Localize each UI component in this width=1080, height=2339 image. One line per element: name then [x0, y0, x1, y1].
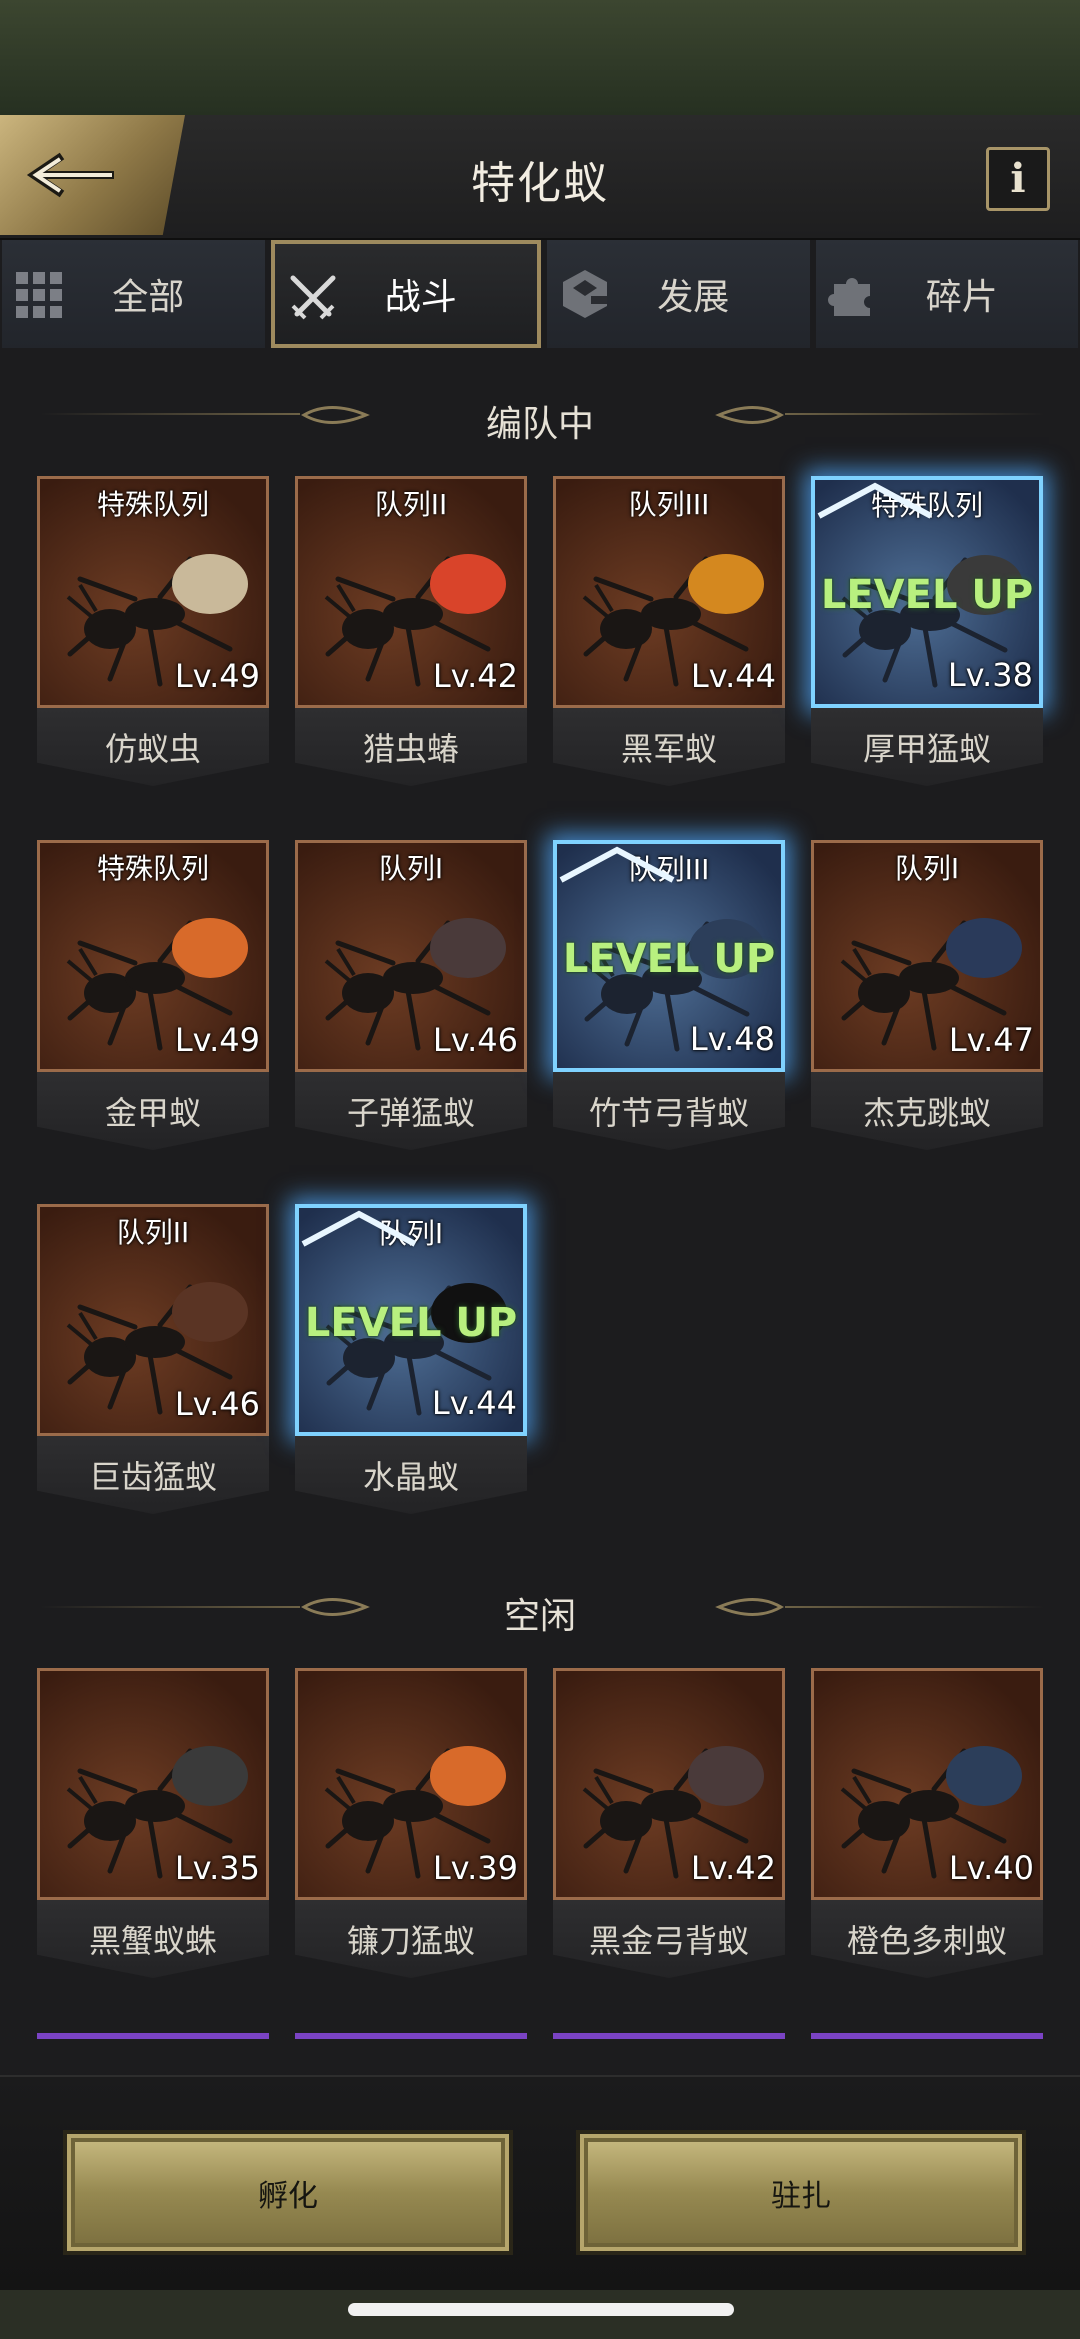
level-label: Lv.48 — [689, 1020, 775, 1058]
ant-card[interactable]: 队列III Lv.44 黑军蚁 — [553, 476, 785, 786]
ant-name: 黑蟹蚁蛛 — [37, 1900, 269, 1978]
tab-develop-label: 发展 — [657, 277, 730, 318]
station-button[interactable]: 驻扎 — [576, 2130, 1026, 2255]
level-up-badge: LEVEL UP — [304, 1300, 518, 1346]
ant-name: 子弹猛蚁 — [295, 1072, 527, 1150]
status-area — [0, 0, 1080, 115]
page-title: 特化蚁 — [471, 158, 609, 209]
ant-name: 杰克跳蚁 — [811, 1072, 1043, 1150]
tab-battle[interactable]: 战斗 — [270, 240, 541, 348]
ant-name: 竹节弓背蚁 — [553, 1072, 785, 1150]
crossed-swords-icon — [290, 275, 335, 320]
ant-portrait: 特殊队列 Lv.49 — [37, 476, 269, 708]
ant-name: 水晶蚁 — [295, 1436, 527, 1514]
leaf-ornament-icon — [715, 406, 785, 424]
level-up-chevron-icon — [559, 846, 675, 883]
ant-portrait: Lv.40 — [811, 1668, 1043, 1900]
partial-card-edge — [37, 2033, 269, 2039]
home-indicator[interactable] — [348, 2303, 734, 2316]
squad-label: 特殊队列 — [96, 488, 209, 521]
ant-portrait: 队列I Lv.46 — [295, 840, 527, 1072]
ant-card[interactable]: Lv.40 橙色多刺蚁 — [811, 1668, 1043, 1978]
level-label: Lv.42 — [432, 657, 518, 695]
level-label: Lv.35 — [174, 1849, 260, 1887]
level-label: Lv.49 — [174, 1021, 260, 1059]
ant-card[interactable]: Lv.39 镰刀猛蚁 — [295, 1668, 527, 1978]
leaf-ornament-icon — [715, 1598, 785, 1616]
divider-line — [785, 413, 1045, 415]
level-label: Lv.44 — [690, 657, 776, 695]
ant-portrait: Lv.39 — [295, 1668, 527, 1900]
ant-card[interactable]: Lv.35 黑蟹蚁蛛 — [37, 1668, 269, 1978]
ant-card[interactable]: 队列II Lv.42 猎虫蝽 — [295, 476, 527, 786]
ant-portrait: 特殊队列 LEVEL UP Lv.38 — [811, 476, 1043, 708]
level-label: Lv.39 — [432, 1849, 518, 1887]
ant-name: 巨齿猛蚁 — [37, 1436, 269, 1514]
squad-label: 队列III — [628, 488, 710, 521]
squad-label: 队列II — [374, 488, 448, 521]
tab-fragments-label: 碎片 — [925, 277, 998, 318]
ant-portrait: 队列I Lv.47 — [811, 840, 1043, 1072]
level-label: Lv.49 — [174, 657, 260, 695]
level-label: Lv.46 — [432, 1021, 518, 1059]
level-label: Lv.47 — [948, 1021, 1034, 1059]
ant-name: 猎虫蝽 — [295, 708, 527, 786]
level-up-badge: LEVEL UP — [820, 572, 1034, 618]
level-up-chevron-icon — [817, 482, 933, 519]
puzzle-icon — [827, 278, 870, 316]
level-up-badge: LEVEL UP — [562, 936, 776, 982]
ant-portrait: 队列III Lv.44 — [553, 476, 785, 708]
tab-bar: 全部 战斗 发展 碎片 — [0, 240, 1080, 352]
tab-develop[interactable]: 发展 — [547, 240, 810, 348]
level-label: Lv.46 — [174, 1385, 260, 1423]
tab-all-label: 全部 — [112, 277, 185, 318]
ant-card[interactable]: 队列I Lv.46 子弹猛蚁 — [295, 840, 527, 1150]
ant-portrait: Lv.42 — [553, 1668, 785, 1900]
divider-line — [785, 1606, 1045, 1608]
ant-card[interactable]: 队列I Lv.47 杰克跳蚁 — [811, 840, 1043, 1150]
level-label: Lv.38 — [947, 656, 1033, 694]
hatch-button[interactable]: 孵化 — [63, 2130, 513, 2255]
section-title-in-team: 编队中 — [485, 404, 594, 445]
ant-portrait: 特殊队列 Lv.49 — [37, 840, 269, 1072]
ant-name: 黑军蚁 — [553, 708, 785, 786]
partial-card-edge — [553, 2033, 785, 2039]
build-icon — [563, 270, 607, 318]
squad-label: 队列I — [378, 852, 444, 885]
ant-name: 仿蚁虫 — [37, 708, 269, 786]
level-label: Lv.44 — [431, 1384, 517, 1422]
level-label: Lv.40 — [948, 1849, 1034, 1887]
ant-card[interactable]: 队列III LEVEL UP Lv.48 竹节弓背蚁 — [553, 840, 785, 1150]
section-title-idle: 空闲 — [503, 1596, 576, 1637]
partial-card-edge — [811, 2033, 1043, 2039]
ant-portrait: Lv.35 — [37, 1668, 269, 1900]
tab-all[interactable]: 全部 — [2, 240, 265, 348]
ant-card[interactable]: Lv.42 黑金弓背蚁 — [553, 1668, 785, 1978]
ant-name: 厚甲猛蚁 — [811, 708, 1043, 786]
ant-portrait: 队列II Lv.42 — [295, 476, 527, 708]
ant-name: 黑金弓背蚁 — [553, 1900, 785, 1978]
grid-icon — [16, 272, 62, 318]
info-button[interactable]: i — [986, 147, 1050, 211]
level-up-chevron-icon — [301, 1210, 417, 1247]
ant-portrait: 队列II Lv.46 — [37, 1204, 269, 1436]
ant-portrait: 队列III LEVEL UP Lv.48 — [553, 840, 785, 1072]
ant-name: 镰刀猛蚁 — [295, 1900, 527, 1978]
ant-card[interactable]: 队列II Lv.46 巨齿猛蚁 — [37, 1204, 269, 1514]
squad-label: 队列II — [116, 1216, 190, 1249]
squad-label: 队列I — [894, 852, 960, 885]
ant-card[interactable]: 队列I LEVEL UP Lv.44 水晶蚁 — [295, 1204, 527, 1514]
ant-card[interactable]: 特殊队列 Lv.49 仿蚁虫 — [37, 476, 269, 786]
ant-name: 橙色多刺蚁 — [811, 1900, 1043, 1978]
level-label: Lv.42 — [690, 1849, 776, 1887]
ant-card[interactable]: 特殊队列 Lv.49 金甲蚁 — [37, 840, 269, 1150]
tab-battle-label: 战斗 — [384, 277, 457, 318]
ant-portrait: 队列I LEVEL UP Lv.44 — [295, 1204, 527, 1436]
ant-card[interactable]: 特殊队列 LEVEL UP Lv.38 厚甲猛蚁 — [811, 476, 1043, 786]
partial-card-edge — [295, 2033, 527, 2039]
squad-label: 特殊队列 — [96, 852, 209, 885]
tab-fragments[interactable]: 碎片 — [815, 240, 1078, 348]
ant-name: 金甲蚁 — [37, 1072, 269, 1150]
